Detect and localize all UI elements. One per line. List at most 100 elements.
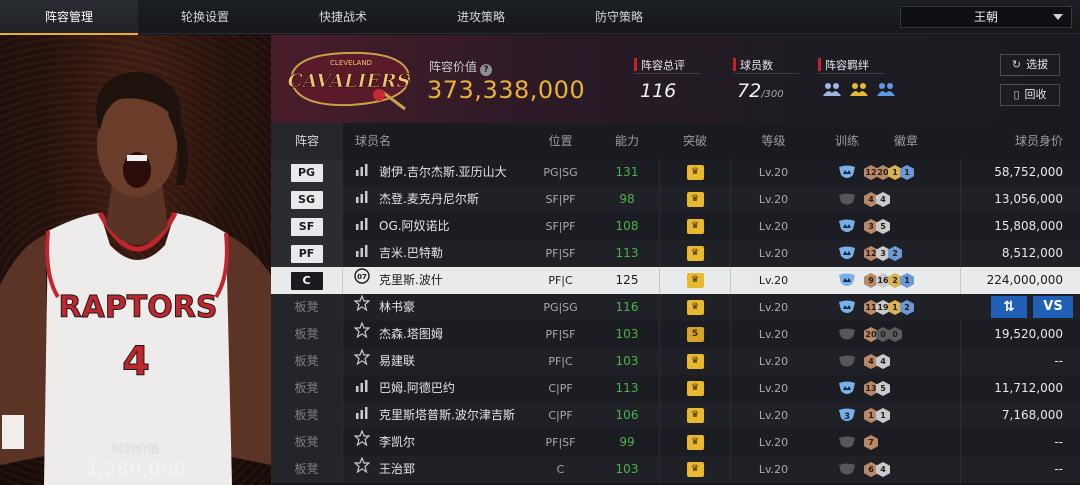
table-row[interactable]: SF OG.阿奴诺比 SF|PF 108 ♛ Lv.20 3 5 15,808,000 (271, 213, 1080, 240)
select-button[interactable]: ↻ 选拔 (1000, 54, 1060, 76)
badges-cell[interactable]: 1220 1 1 (864, 159, 959, 186)
table-row[interactable]: SG 杰登.麦克丹尼尔斯 SF|PF 98 ♛ Lv.20 4 4 13,056,000 (271, 186, 1080, 213)
badge-list: 1220 1 1 (864, 158, 914, 185)
player-level: Lv.20 (758, 409, 789, 422)
breakthrough-cell: 5 (659, 321, 731, 348)
lineup-slot[interactable]: 板凳 (271, 456, 343, 483)
table-header: 阵容 球员名 位置 能力 突破 等级 训练 徽章 球员身价 (271, 123, 1080, 159)
tab-lineup-management[interactable]: 阵容管理 (0, 0, 138, 35)
lineup-slot[interactable]: SF (271, 213, 343, 240)
player-name[interactable]: 克里斯.波什 (379, 267, 443, 294)
tab-defense-strategy[interactable]: 防守策略 (550, 0, 688, 34)
table-row[interactable]: PG 谢伊.吉尔杰斯.亚历山大 PG|SG 131 ♛ Lv.20 1220 1 1 58,752… (271, 159, 1080, 186)
player-card[interactable]: RAPTORS 4 时刻价值 4,280,000 (0, 35, 271, 485)
player-name[interactable]: 王治郅 (379, 456, 415, 483)
table-row[interactable]: 板凳 易建联 PF|C 103 ♛ Lv.20 4 4 -- (271, 348, 1080, 375)
lineup-slot[interactable]: 板凳 (271, 402, 343, 429)
recycle-button[interactable]: ▯ 回收 (1000, 84, 1060, 106)
table-row[interactable]: 板凳 李凯尔 PF|SF 99 ♛ Lv.20 7 -- (271, 429, 1080, 456)
team-dropdown[interactable]: 王朝 (900, 6, 1072, 28)
header-value[interactable]: 球员身价 (960, 123, 1063, 159)
select-button-label: 选拔 (1026, 58, 1049, 71)
badges-cell[interactable]: 13 5 (864, 375, 959, 402)
lineup-slot[interactable]: SG (271, 186, 343, 213)
badges-cell[interactable]: 7 (864, 429, 959, 456)
badges-cell[interactable]: 44 (864, 348, 959, 375)
chemistry-icons[interactable] (822, 81, 899, 100)
table-row[interactable]: PF 吉米.巴特勒 PF|SF 113 ♛ Lv.20 12 3 2 8,512,000 (271, 240, 1080, 267)
player-name[interactable]: OG.阿奴诺比 (379, 213, 450, 240)
header-lineup[interactable]: 阵容 (271, 123, 343, 159)
lineup-slot[interactable]: 板凳 (271, 294, 343, 321)
compare-vs-button[interactable]: VS (1033, 296, 1073, 318)
table-row[interactable]: 板凳 林书豪 PG|SG 116 ♛ Lv.20 1119 1 2 ⇅ VS (271, 294, 1080, 321)
player-name[interactable]: 巴姆.阿德巴约 (379, 375, 455, 402)
lineup-slot[interactable]: C (271, 267, 343, 294)
badges-cell[interactable]: 9 16 2 1 (864, 267, 959, 294)
badges-cell[interactable]: 20 0 0 (864, 321, 959, 348)
player-value: 13,056,000 (960, 186, 1063, 213)
header-position[interactable]: 位置 (523, 123, 598, 159)
player-name[interactable]: 林书豪 (379, 294, 415, 321)
table-row[interactable]: C 07 克里斯.波什 PF|C 125 ♛ Lv.20 9 16 2 1 224,000,000 (271, 267, 1080, 294)
lineup-slot[interactable]: 板凳 (271, 375, 343, 402)
badge-hex: 6 (864, 462, 878, 477)
stats-bars-icon (356, 245, 368, 257)
swap-button[interactable]: ⇅ (991, 296, 1027, 318)
chemistry-group-icon[interactable] (876, 81, 896, 97)
player-level: Lv.20 (758, 247, 789, 260)
top-nav: 阵容管理 轮换设置 快捷战术 进攻策略 防守策略 王朝 (0, 0, 1080, 35)
badge-hex: 2 (888, 273, 902, 288)
breakthrough-cell: ♛ (659, 348, 731, 375)
jersey-text: RAPTORS (59, 290, 218, 325)
moment-value-label: 时刻价值 (111, 442, 160, 456)
lineup-slot[interactable]: 板凳 (271, 348, 343, 375)
breakthrough-cell: ♛ (659, 429, 731, 456)
lineup-slot[interactable]: PG (271, 159, 343, 186)
chemistry-group-icon[interactable] (822, 81, 842, 97)
lineup-slot[interactable]: 板凳 (271, 321, 343, 348)
player-name[interactable]: 谢伊.吉尔杰斯.亚历山大 (379, 159, 507, 186)
table-row[interactable]: 板凳 巴姆.阿德巴约 C|PF 113 ♛ Lv.20 13 5 11,712,000 (271, 375, 1080, 402)
header-training[interactable]: 训练 (816, 123, 878, 159)
chemistry-group-icon[interactable] (849, 81, 869, 97)
player-name[interactable]: 克里斯塔普斯.波尔津吉斯 (379, 402, 515, 429)
badges-cell[interactable]: 35 (864, 213, 959, 240)
player-name[interactable]: 吉米.巴特勒 (379, 240, 443, 267)
header-ability[interactable]: 能力 (598, 123, 656, 159)
badges-cell[interactable]: 1119 1 2 (864, 294, 959, 321)
badge-hex: 4 (876, 462, 890, 477)
table-row[interactable]: 板凳 杰森.塔图姆 PF|SF 103 5 Lv.20 20 0 0 19,520,000 (271, 321, 1080, 348)
player-icon-cell (351, 321, 373, 348)
badges-cell[interactable]: 64 (864, 456, 959, 483)
player-name[interactable]: 李凯尔 (379, 429, 415, 456)
player-name[interactable]: 易建联 (379, 348, 415, 375)
player-ability: 99 (619, 435, 635, 449)
crown-icon: ♛ (686, 219, 704, 234)
table-row[interactable]: 板凳 王治郅 C 103 ♛ Lv.20 6 4 -- (271, 456, 1080, 483)
player-ability: 131 (615, 165, 639, 179)
header-breakthrough[interactable]: 突破 (659, 123, 731, 159)
crown-icon: ♛ (686, 408, 704, 423)
crown-icon: ♛ (686, 300, 704, 315)
header-name[interactable]: 球员名 (355, 123, 415, 159)
help-icon[interactable]: ? (480, 64, 493, 76)
player-count-value: 72/300 (737, 80, 784, 102)
lineup-slot[interactable]: 板凳 (271, 429, 343, 456)
player-value: -- (960, 429, 1063, 456)
badges-cell[interactable]: 12 3 2 (864, 240, 959, 267)
player-name[interactable]: 杰森.塔图姆 (379, 321, 443, 348)
crown-icon: ♛ (686, 354, 704, 369)
badges-cell[interactable]: 11 (864, 402, 959, 429)
lineup-slot[interactable]: PF (271, 240, 343, 267)
training-shield-icon (839, 246, 855, 259)
tab-offense-strategy[interactable]: 进攻策略 (412, 0, 550, 34)
tab-rotation-settings[interactable]: 轮换设置 (136, 0, 274, 34)
header-badge[interactable]: 徽章 (871, 123, 941, 159)
player-name[interactable]: 杰登.麦克丹尼尔斯 (379, 186, 479, 213)
tab-quick-tactics[interactable]: 快捷战术 (274, 0, 412, 34)
header-level[interactable]: 等级 (731, 123, 816, 159)
table-row[interactable]: 板凳 克里斯塔普斯.波尔津吉斯 C|PF 106 ♛ Lv.20 3 1 1 7,168,000 (271, 402, 1080, 429)
refresh-icon: ↻ (1011, 58, 1022, 71)
badges-cell[interactable]: 44 (864, 186, 959, 213)
